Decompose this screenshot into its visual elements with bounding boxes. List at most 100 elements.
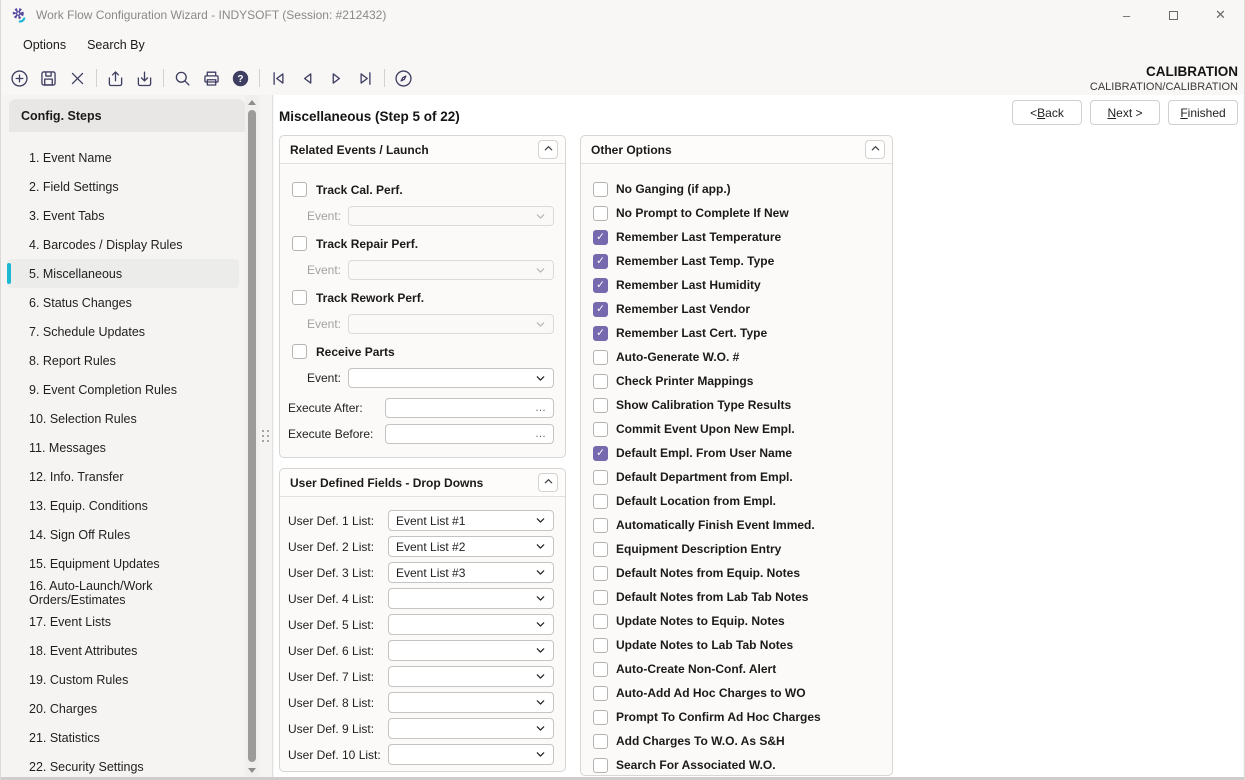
scrollbar-thumb[interactable] (248, 110, 256, 762)
checkbox[interactable]: ✓ (593, 254, 608, 269)
close-button[interactable]: ✕ (1197, 0, 1244, 30)
checkbox[interactable] (593, 494, 608, 509)
maximize-button[interactable] (1150, 0, 1197, 30)
collapse-button[interactable] (538, 473, 558, 492)
toolbar-nav-next-button[interactable] (323, 65, 350, 92)
sidebar-item-3-event-tabs[interactable]: 3. Event Tabs (1, 201, 245, 230)
checkbox[interactable] (593, 638, 608, 653)
sidebar-item-2-field-settings[interactable]: 2. Field Settings (1, 172, 245, 201)
option-no-ganging-if-app[interactable]: No Ganging (if app.) (593, 177, 882, 201)
execute-field-input[interactable]: … (385, 424, 554, 444)
sidebar-item-19-custom-rules[interactable]: 19. Custom Rules (1, 665, 245, 694)
sidebar-item-12-info-transfer[interactable]: 12. Info. Transfer (1, 462, 245, 491)
sidebar-item-22-security-settings[interactable]: 22. Security Settings (1, 752, 245, 780)
toolbar-export-button[interactable] (102, 65, 129, 92)
minimize-button[interactable]: – (1103, 0, 1150, 30)
sidebar-splitter[interactable] (259, 95, 273, 777)
option-remember-last-humidity[interactable]: ✓Remember Last Humidity (593, 273, 882, 297)
track-option-track-rework-perf[interactable]: Track Rework Perf. (292, 290, 554, 305)
checkbox[interactable] (593, 542, 608, 557)
menu-search-by[interactable]: Search By (85, 35, 147, 55)
checkbox[interactable] (593, 566, 608, 581)
option-add-charges-to-w-o-as-s-h[interactable]: Add Charges To W.O. As S&H (593, 729, 882, 753)
option-default-notes-from-lab-tab-notes[interactable]: Default Notes from Lab Tab Notes (593, 585, 882, 609)
checkbox[interactable] (593, 398, 608, 413)
option-check-printer-mappings[interactable]: Check Printer Mappings (593, 369, 882, 393)
option-default-location-from-empl[interactable]: Default Location from Empl. (593, 489, 882, 513)
option-search-for-associated-w-o[interactable]: Search For Associated W.O. (593, 753, 882, 777)
toolbar-save-button[interactable] (35, 65, 62, 92)
toolbar-search-button[interactable] (169, 65, 196, 92)
sidebar-item-7-schedule-updates[interactable]: 7. Schedule Updates (1, 317, 245, 346)
sidebar-item-9-event-completion-rules[interactable]: 9. Event Completion Rules (1, 375, 245, 404)
finished-button[interactable]: Finished (1168, 100, 1238, 125)
next-button[interactable]: Next > (1090, 100, 1160, 125)
checkbox[interactable] (593, 350, 608, 365)
toolbar-compass-button[interactable] (390, 65, 417, 92)
option-commit-event-upon-new-empl[interactable]: Commit Event Upon New Empl. (593, 417, 882, 441)
dropdown[interactable]: Event List #2 (388, 536, 554, 557)
track-option-track-cal-perf[interactable]: Track Cal. Perf. (292, 182, 554, 197)
checkbox[interactable] (593, 734, 608, 749)
option-default-notes-from-equip-notes[interactable]: Default Notes from Equip. Notes (593, 561, 882, 585)
track-option-receive-parts[interactable]: Receive Parts (292, 344, 554, 359)
option-default-department-from-empl[interactable]: Default Department from Empl. (593, 465, 882, 489)
option-show-calibration-type-results[interactable]: Show Calibration Type Results (593, 393, 882, 417)
ellipsis-button[interactable]: … (535, 403, 546, 414)
dropdown[interactable] (388, 718, 554, 739)
option-remember-last-temp-type[interactable]: ✓Remember Last Temp. Type (593, 249, 882, 273)
option-update-notes-to-lab-tab-notes[interactable]: Update Notes to Lab Tab Notes (593, 633, 882, 657)
dropdown[interactable]: Event List #1 (388, 510, 554, 531)
dropdown[interactable]: Event List #3 (388, 562, 554, 583)
checkbox[interactable] (292, 344, 307, 359)
option-remember-last-cert-type[interactable]: ✓Remember Last Cert. Type (593, 321, 882, 345)
splitter-grip-icon[interactable] (262, 430, 269, 442)
dropdown[interactable] (388, 666, 554, 687)
dropdown[interactable] (348, 368, 554, 388)
checkbox[interactable] (593, 758, 608, 773)
checkbox[interactable] (593, 422, 608, 437)
sidebar-item-13-equip-conditions[interactable]: 13. Equip. Conditions (1, 491, 245, 520)
toolbar-import-button[interactable] (131, 65, 158, 92)
sidebar-item-14-sign-off-rules[interactable]: 14. Sign Off Rules (1, 520, 245, 549)
menu-options[interactable]: Options (21, 35, 68, 55)
toolbar-nav-first-button[interactable] (265, 65, 292, 92)
checkbox[interactable] (593, 710, 608, 725)
ellipsis-button[interactable]: … (535, 429, 546, 440)
toolbar-help-button[interactable]: ? (227, 65, 254, 92)
checkbox[interactable] (593, 182, 608, 197)
dropdown[interactable] (388, 744, 554, 765)
dropdown[interactable] (388, 614, 554, 635)
option-equipment-description-entry[interactable]: Equipment Description Entry (593, 537, 882, 561)
option-prompt-to-confirm-ad-hoc-charges[interactable]: Prompt To Confirm Ad Hoc Charges (593, 705, 882, 729)
checkbox[interactable] (292, 290, 307, 305)
collapse-button[interactable] (538, 140, 558, 159)
checkbox[interactable] (593, 686, 608, 701)
checkbox[interactable] (292, 236, 307, 251)
sidebar-item-5-miscellaneous[interactable]: 5. Miscellaneous (7, 259, 239, 288)
dropdown[interactable] (388, 692, 554, 713)
option-no-prompt-to-complete-if-new[interactable]: No Prompt to Complete If New (593, 201, 882, 225)
checkbox[interactable] (292, 182, 307, 197)
sidebar-item-11-messages[interactable]: 11. Messages (1, 433, 245, 462)
sidebar-item-6-status-changes[interactable]: 6. Status Changes (1, 288, 245, 317)
checkbox[interactable] (593, 470, 608, 485)
sidebar-scrollbar[interactable] (245, 95, 259, 777)
track-option-track-repair-perf[interactable]: Track Repair Perf. (292, 236, 554, 251)
sidebar-item-16-auto-launch-work-orders-estimates[interactable]: 16. Auto-Launch/Work Orders/Estimates (1, 578, 245, 607)
execute-field-input[interactable]: … (385, 398, 554, 418)
sidebar-item-18-event-attributes[interactable]: 18. Event Attributes (1, 636, 245, 665)
checkbox[interactable] (593, 518, 608, 533)
sidebar-item-17-event-lists[interactable]: 17. Event Lists (1, 607, 245, 636)
collapse-button[interactable] (865, 140, 885, 159)
toolbar-nav-last-button[interactable] (352, 65, 379, 92)
checkbox[interactable]: ✓ (593, 446, 608, 461)
toolbar-nav-previous-button[interactable] (294, 65, 321, 92)
sidebar-item-10-selection-rules[interactable]: 10. Selection Rules (1, 404, 245, 433)
sidebar-item-20-charges[interactable]: 20. Charges (1, 694, 245, 723)
toolbar-print-button[interactable] (198, 65, 225, 92)
checkbox[interactable]: ✓ (593, 278, 608, 293)
checkbox[interactable] (593, 614, 608, 629)
option-auto-create-non-conf-alert[interactable]: Auto-Create Non-Conf. Alert (593, 657, 882, 681)
sidebar-item-1-event-name[interactable]: 1. Event Name (1, 143, 245, 172)
